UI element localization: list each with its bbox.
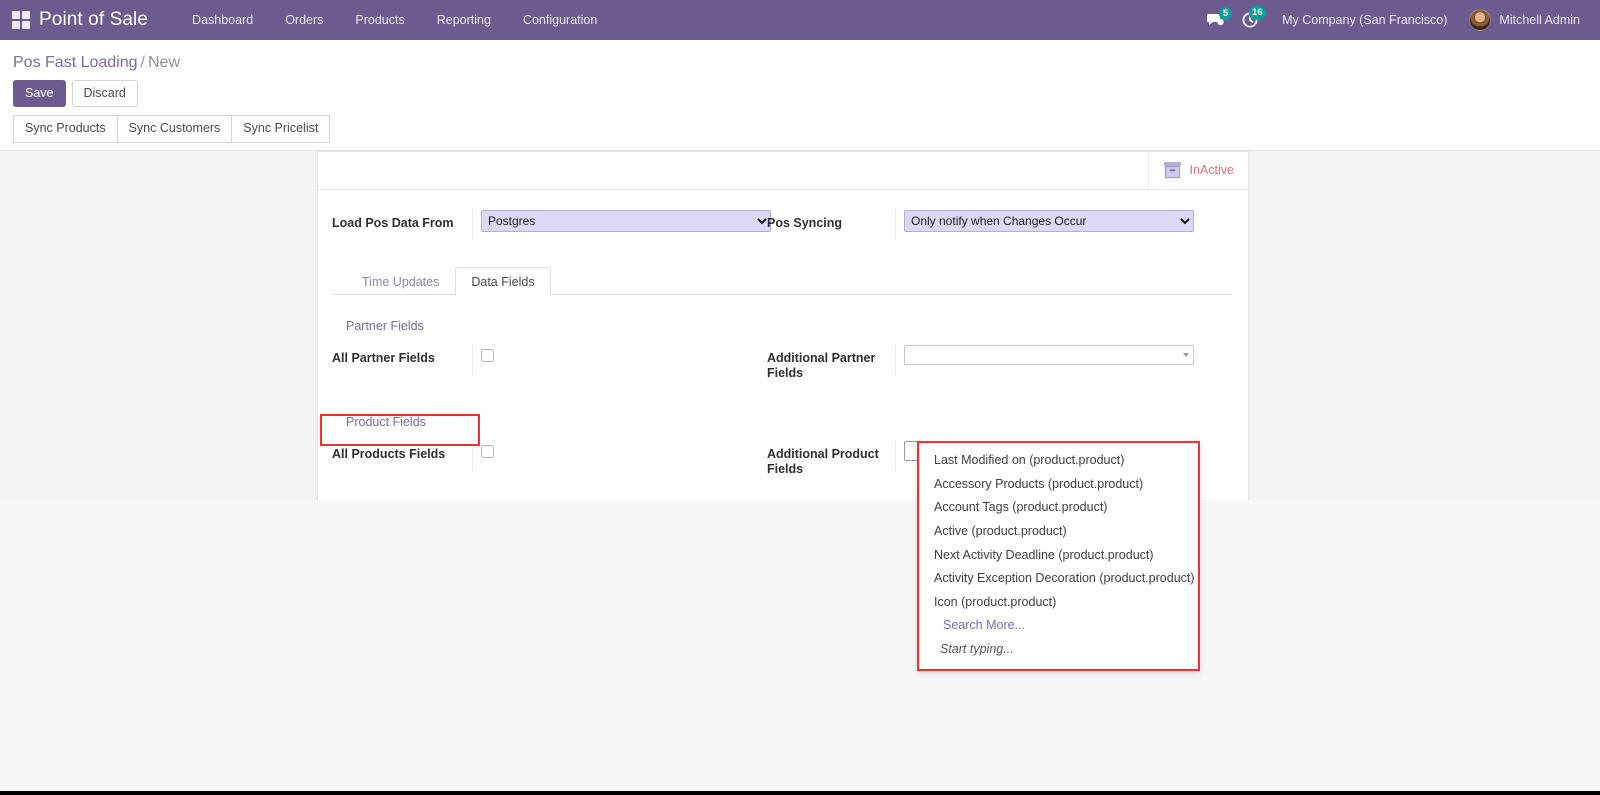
load-pos-data-from-label: Load Pos Data From [332,215,454,230]
dropdown-option-accessory-products[interactable]: Accessory Products (product.product) [919,473,1198,497]
product-fields-group-title: Product Fields [346,415,426,429]
dropdown-option-active[interactable]: Active (product.product) [919,520,1198,544]
apps-grid-square [22,11,30,19]
menu-item-orders[interactable]: Orders [269,7,339,33]
notebook-tabs: Time Updates Data Fields [332,266,1232,295]
company-switcher[interactable]: My Company (San Francisco) [1268,7,1461,33]
top-navbar: Point of Sale Dashboard Orders Products … [0,0,1600,40]
load-pos-data-from-select[interactable]: Postgres [481,209,771,232]
sync-pricelist-button[interactable]: Sync Pricelist [231,115,331,143]
activities-counter-badge: 16 [1248,6,1267,20]
additional-partner-fields-control [895,344,1194,375]
all-partner-fields-label: All Partner Fields [332,350,435,365]
app-brand-title[interactable]: Point of Sale [39,9,148,31]
apps-grid-square [12,11,20,19]
save-button[interactable]: Save [13,80,66,108]
menu-item-dashboard[interactable]: Dashboard [176,7,269,33]
dropdown-option-next-activity-deadline[interactable]: Next Activity Deadline (product.product) [919,544,1198,568]
pos-syncing-select[interactable]: Only notify when Changes Occur [904,209,1194,232]
avatar [1469,9,1492,31]
pos-syncing-label: Pos Syncing [767,215,843,230]
apps-grid-icon[interactable] [12,11,30,29]
tab-data-fields[interactable]: Data Fields [455,266,551,295]
user-name-label: Mitchell Admin [1499,13,1580,27]
messages-counter-badge: 5 [1219,6,1233,20]
page-lower-background [0,500,1600,791]
breadcrumb-parent[interactable]: Pos Fast Loading [13,54,138,71]
all-partner-fields-checkbox[interactable] [481,348,494,362]
status-label: InActive [1189,163,1234,177]
form-top-fields: Load Pos Data From Postgres Pos Syncing … [332,209,1232,240]
dropdown-option-last-modified-on[interactable]: Last Modified on (product.product) [919,449,1198,473]
activities-menu[interactable]: 16 [1234,6,1268,32]
all-partner-fields-control [472,344,767,375]
chevron-down-icon [1183,352,1189,357]
load-pos-data-from-control: Postgres [472,209,771,240]
messages-menu[interactable]: 5 [1199,6,1234,32]
all-products-fields-control [472,441,767,471]
action-buttons-bar: Sync Products Sync Customers Sync Pricel… [0,115,1600,151]
user-menu[interactable]: Mitchell Admin [1461,6,1586,34]
additional-product-fields-label: Additional Product Fields [767,447,879,477]
apps-grid-square [12,21,20,29]
record-buttons: Save Discard [0,77,1600,115]
menu-item-configuration[interactable]: Configuration [507,7,613,33]
dropdown-start-typing-hint: Start typing... [940,642,1014,656]
partner-fields-group-title: Partner Fields [346,318,424,333]
archive-box-icon [1163,162,1181,179]
breadcrumb-separator: / [140,54,145,71]
dropdown-search-more[interactable]: Search More... [919,614,1198,638]
partner-fields-grid: All Partner Fields Additional Partner Fi… [332,344,1232,382]
navbar-systray: 5 16 My Company (San Francisco) Mitchell… [1199,6,1590,34]
bottom-black-bar [0,791,1600,795]
status-badge[interactable]: InActive [1147,151,1234,189]
apps-grid-square [22,21,30,29]
all-products-fields-label: All Products Fields [332,447,446,461]
dropdown-option-account-tags[interactable]: Account Tags (product.product) [919,496,1198,520]
sync-products-button[interactable]: Sync Products [13,115,118,143]
menu-item-products[interactable]: Products [339,7,420,33]
control-panel: Pos Fast Loading / New Save Discard Sync P… [0,40,1600,151]
breadcrumb: Pos Fast Loading / New [0,48,1600,77]
additional-partner-fields-input[interactable] [904,344,1194,365]
form-background: InActive Load Pos Data From Postgres Pos… [0,150,1600,509]
discard-button[interactable]: Discard [71,80,138,108]
main-menu: Dashboard Orders Products Reporting Conf… [176,7,613,33]
sync-customers-button[interactable]: Sync Customers [116,115,233,143]
record-status-row: InActive [318,151,1248,190]
additional-partner-fields-label: Additional Partner Fields [767,350,876,380]
all-products-fields-checkbox[interactable] [481,445,494,459]
additional-product-fields-dropdown: Last Modified on (product.product) Acces… [917,441,1200,671]
menu-item-reporting[interactable]: Reporting [421,7,507,33]
breadcrumb-current: New [147,54,180,71]
dropdown-option-icon[interactable]: Icon (product.product) [919,591,1198,615]
tab-time-updates[interactable]: Time Updates [346,267,455,295]
pos-syncing-control: Only notify when Changes Occur [895,209,1194,240]
dropdown-option-activity-exception-decoration[interactable]: Activity Exception Decoration (product.p… [919,567,1198,591]
